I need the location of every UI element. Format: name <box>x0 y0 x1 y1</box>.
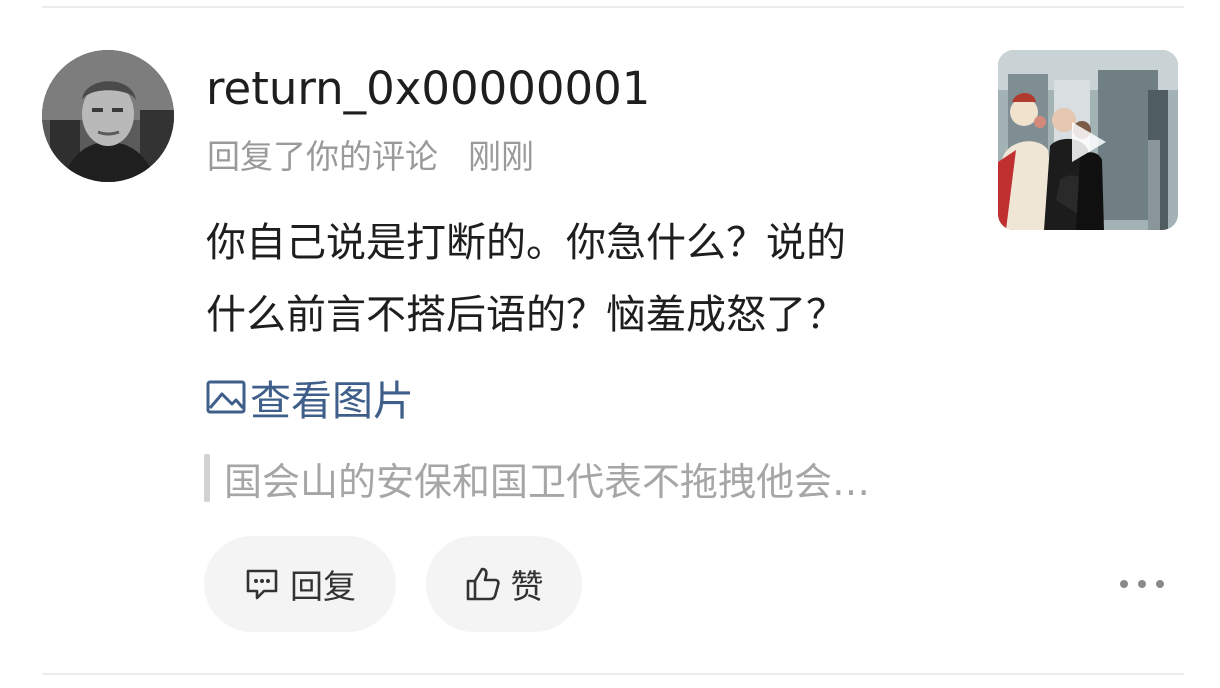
bottom-divider <box>42 673 1184 675</box>
notification-page: return_0x00000001 回复了你的评论 刚刚 你自己说是打断的。你急什… <box>0 0 1220 688</box>
quoted-comment[interactable]: 国会山的安保和国卫代表不拖拽他会… <box>204 452 870 504</box>
like-button[interactable]: 赞 <box>426 536 582 632</box>
more-options-button[interactable] <box>1120 566 1164 602</box>
top-divider <box>42 6 1184 8</box>
comment-bubble-icon <box>244 567 280 601</box>
quoted-text: 国会山的安保和国卫代表不拖拽他会… <box>224 459 871 504</box>
notification-meta: 回复了你的评论 刚刚 <box>207 134 534 180</box>
more-dot <box>1156 580 1164 588</box>
thumbnail-image <box>998 50 1178 230</box>
timestamp: 刚刚 <box>468 137 534 176</box>
view-images-link[interactable]: 查看图片 <box>206 368 414 426</box>
video-thumbnail[interactable] <box>998 50 1178 230</box>
comment-line: 你自己说是打断的。你急什么？说的 <box>206 220 846 266</box>
quote-bar <box>204 454 210 502</box>
thumbs-up-icon <box>465 566 501 602</box>
comment-line: 什么前言不搭后语的？恼羞成怒了？ <box>206 292 846 338</box>
like-label: 赞 <box>510 567 544 606</box>
user-avatar[interactable] <box>42 50 174 182</box>
view-images-label: 查看图片 <box>250 377 414 425</box>
username[interactable]: return_0x00000001 <box>206 58 650 120</box>
action-text: 回复了你的评论 <box>207 137 438 176</box>
comment-text: 你自己说是打断的。你急什么？说的 什么前言不搭后语的？恼羞成怒了？ <box>206 207 966 351</box>
more-dot <box>1120 580 1128 588</box>
more-dot <box>1138 580 1146 588</box>
reply-label: 回复 <box>290 567 356 606</box>
image-icon <box>206 380 246 414</box>
avatar-image <box>42 50 174 182</box>
reply-button[interactable]: 回复 <box>204 536 396 632</box>
